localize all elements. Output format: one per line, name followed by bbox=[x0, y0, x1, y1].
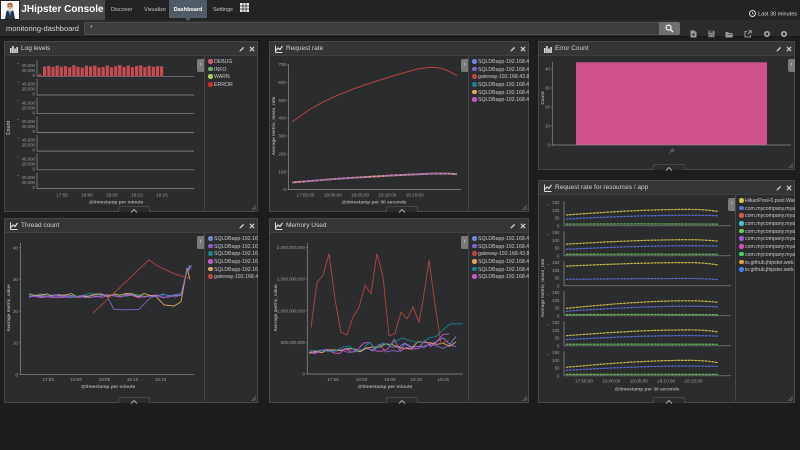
svg-text:150: 150 bbox=[552, 200, 560, 205]
svg-text:100: 100 bbox=[552, 358, 560, 363]
svg-text:0: 0 bbox=[33, 185, 36, 190]
svg-text:100: 100 bbox=[552, 238, 560, 243]
svg-text:0: 0 bbox=[15, 372, 18, 377]
svg-text:17:55: 17:55 bbox=[43, 377, 55, 382]
svg-text:50: 50 bbox=[555, 306, 560, 311]
svg-text:Count: Count bbox=[6, 120, 12, 135]
svg-text:18:10: 18:10 bbox=[410, 377, 422, 382]
svg-text:18:05: 18:05 bbox=[99, 377, 111, 382]
svg-text:17:55: 17:55 bbox=[56, 193, 68, 198]
svg-text:50: 50 bbox=[555, 246, 560, 251]
svg-text:50: 50 bbox=[555, 216, 560, 221]
svg-text:18:05: 18:05 bbox=[384, 377, 396, 382]
svg-text:0: 0 bbox=[303, 372, 306, 377]
svg-text:18:10: 18:10 bbox=[127, 377, 139, 382]
svg-text:150: 150 bbox=[552, 290, 560, 295]
svg-text:400: 400 bbox=[278, 116, 286, 121]
svg-text:150: 150 bbox=[552, 230, 560, 235]
svg-text:0: 0 bbox=[557, 343, 560, 348]
svg-text:0: 0 bbox=[557, 223, 560, 228]
svg-text:18:10:00: 18:10:00 bbox=[378, 193, 396, 198]
svg-text:0: 0 bbox=[33, 92, 36, 97]
svg-text:18:15: 18:15 bbox=[156, 193, 168, 198]
svg-text:0: 0 bbox=[33, 129, 36, 134]
svg-text:1,500,000,000: 1,500,000,000 bbox=[277, 277, 306, 282]
svg-text:@timestamp per 30 seconds: @timestamp per 30 seconds bbox=[342, 200, 407, 206]
svg-text:20: 20 bbox=[545, 105, 551, 110]
svg-text:@timestamp per minute: @timestamp per minute bbox=[358, 384, 413, 390]
svg-text:18:15:00: 18:15:00 bbox=[406, 193, 424, 198]
svg-text:18:10:00: 18:10:00 bbox=[657, 379, 675, 384]
svg-text:500,000,000: 500,000,000 bbox=[281, 340, 306, 345]
svg-text:100: 100 bbox=[552, 268, 560, 273]
svg-text:50: 50 bbox=[555, 276, 560, 281]
svg-text:Average metric_value: Average metric_value bbox=[6, 284, 11, 332]
svg-text:0: 0 bbox=[33, 110, 36, 115]
svg-text:300: 300 bbox=[278, 134, 286, 139]
svg-text:18:15: 18:15 bbox=[438, 377, 450, 382]
svg-text:0: 0 bbox=[557, 283, 560, 288]
svg-text:200: 200 bbox=[278, 152, 286, 157]
svg-text:@timestamp per minute: @timestamp per minute bbox=[89, 200, 144, 206]
svg-text:700: 700 bbox=[278, 62, 286, 67]
svg-text:0: 0 bbox=[557, 373, 560, 378]
svg-text:18:15: 18:15 bbox=[155, 377, 167, 382]
svg-text:17:55: 17:55 bbox=[327, 377, 339, 382]
svg-text:17:55:00: 17:55:00 bbox=[575, 379, 593, 384]
svg-text:18:05: 18:05 bbox=[106, 193, 118, 198]
svg-text:0: 0 bbox=[283, 187, 286, 192]
svg-text:150: 150 bbox=[552, 260, 560, 265]
svg-text:Average metric_mean_rate: Average metric_mean_rate bbox=[271, 96, 276, 155]
svg-text:150: 150 bbox=[552, 320, 560, 325]
svg-text:100: 100 bbox=[552, 298, 560, 303]
svg-text:40: 40 bbox=[13, 245, 19, 250]
svg-text:30: 30 bbox=[13, 277, 19, 282]
svg-text:0: 0 bbox=[33, 166, 36, 171]
svg-text:@timestamp per minute: @timestamp per minute bbox=[81, 384, 136, 390]
svg-text:18:10: 18:10 bbox=[131, 193, 143, 198]
svg-text:18:05:00: 18:05:00 bbox=[351, 193, 369, 198]
svg-text:40: 40 bbox=[545, 67, 551, 72]
svg-text:0: 0 bbox=[33, 148, 36, 153]
svg-text:500: 500 bbox=[278, 98, 286, 103]
svg-text:50: 50 bbox=[555, 366, 560, 371]
svg-text:0: 0 bbox=[557, 313, 560, 318]
svg-text:2,000,000,000: 2,000,000,000 bbox=[277, 245, 306, 250]
svg-text:18:00:00: 18:00:00 bbox=[602, 379, 620, 384]
svg-text:1,000,000,000: 1,000,000,000 bbox=[277, 308, 306, 313]
svg-text:150: 150 bbox=[552, 350, 560, 355]
svg-text:Average metric_mean_rate: Average metric_mean_rate bbox=[540, 258, 545, 317]
svg-text:10: 10 bbox=[545, 124, 551, 129]
svg-text:30: 30 bbox=[545, 86, 551, 91]
svg-text:18:00: 18:00 bbox=[356, 377, 368, 382]
svg-text:0: 0 bbox=[33, 73, 36, 78]
svg-text:18:15:00: 18:15:00 bbox=[685, 379, 703, 384]
svg-text:0: 0 bbox=[557, 253, 560, 258]
svg-text:@timestamp per 30 seconds: @timestamp per 30 seconds bbox=[615, 387, 680, 393]
svg-text:18:00: 18:00 bbox=[81, 193, 93, 198]
svg-text:100: 100 bbox=[552, 328, 560, 333]
svg-text:20: 20 bbox=[13, 309, 19, 314]
svg-text:600: 600 bbox=[278, 80, 286, 85]
svg-text:50: 50 bbox=[555, 336, 560, 341]
svg-text:18:05:00: 18:05:00 bbox=[630, 379, 648, 384]
svg-text:100: 100 bbox=[552, 208, 560, 213]
svg-text:_all: _all bbox=[666, 147, 674, 153]
svg-text:Count: Count bbox=[540, 91, 545, 105]
svg-text:17:55:00: 17:55:00 bbox=[297, 193, 315, 198]
svg-text:18:00: 18:00 bbox=[71, 377, 83, 382]
svg-text:10: 10 bbox=[13, 341, 19, 346]
svg-text:18:00:00: 18:00:00 bbox=[324, 193, 342, 198]
svg-text:100: 100 bbox=[278, 169, 286, 174]
svg-text:0: 0 bbox=[547, 143, 550, 148]
